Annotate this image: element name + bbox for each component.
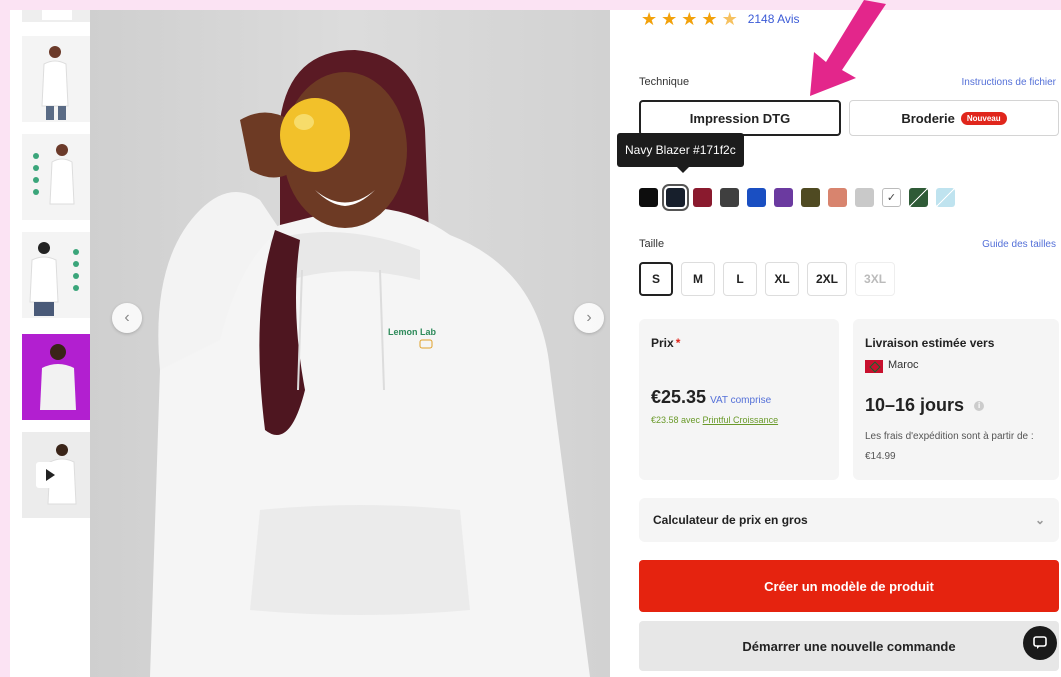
- shipping-country[interactable]: Maroc: [888, 359, 919, 371]
- size-guide-link[interactable]: Guide des tailles: [982, 239, 1056, 250]
- swatch-purple[interactable]: [774, 188, 793, 207]
- swatch-dark-heather[interactable]: [720, 188, 739, 207]
- shipping-card: Livraison estimée vers Maroc 10–16 jours…: [853, 319, 1059, 480]
- shipping-note: Les frais d'expédition sont à partir de …: [865, 431, 1034, 462]
- size-2xl-button[interactable]: 2XL: [807, 262, 848, 296]
- carousel-prev-button[interactable]: ‹: [112, 303, 142, 333]
- vat-note: VAT comprise: [710, 395, 772, 406]
- size-l-button[interactable]: L: [723, 262, 757, 296]
- size-options: S M L XL 2XL 3XL: [639, 262, 896, 296]
- product-hero-image: Lemon Lab ‹ ›: [90, 10, 610, 677]
- star-icon: ★: [641, 10, 658, 29]
- size-label: Taille: [639, 238, 665, 250]
- technique-embroidery-label: Broderie: [901, 110, 955, 126]
- size-xl-button[interactable]: XL: [765, 262, 799, 296]
- price-amount: €25.35 VAT comprise: [651, 387, 772, 407]
- bulk-price-calculator[interactable]: Calculateur de prix en gros ⌄: [639, 498, 1059, 542]
- create-product-template-button[interactable]: Créer un modèle de produit: [639, 560, 1059, 612]
- product-page: Lemon Lab ‹ › ★ ★ ★ ★ ★ 2148 Avis Techni…: [10, 10, 1061, 677]
- swatch-royal[interactable]: [747, 188, 766, 207]
- swatch-light-grey[interactable]: [855, 188, 874, 207]
- rating: ★ ★ ★ ★ ★ 2148 Avis: [641, 10, 800, 28]
- price-title: Prix *: [651, 336, 681, 350]
- shipping-title: Livraison estimée vers: [865, 336, 995, 350]
- size-m-button[interactable]: M: [681, 262, 715, 296]
- thumbnail-video[interactable]: [22, 432, 92, 518]
- price-card: Prix * €25.35 VAT comprise €23.58 avec Pri…: [639, 319, 839, 480]
- reviews-link[interactable]: 2148 Avis: [748, 12, 800, 26]
- swatch-salmon[interactable]: [828, 188, 847, 207]
- thumbnail-3[interactable]: [22, 134, 92, 220]
- carousel-next-button[interactable]: ›: [574, 303, 604, 333]
- thumbnail-4[interactable]: [22, 232, 92, 318]
- info-icon[interactable]: i: [974, 401, 985, 412]
- swatch-navy-blazer[interactable]: [662, 184, 689, 211]
- swatch-military-green[interactable]: [801, 188, 820, 207]
- star-icon: ★: [661, 10, 678, 29]
- check-icon: ✓: [886, 192, 897, 204]
- thumbnail-5[interactable]: [22, 334, 92, 420]
- swatch-maroon[interactable]: [693, 188, 712, 207]
- hoodie-logo: Lemon Lab: [388, 327, 437, 337]
- chevron-down-icon: ⌄: [1034, 513, 1045, 527]
- start-new-order-button[interactable]: Démarrer une nouvelle commande: [639, 621, 1059, 671]
- new-badge: Nouveau: [960, 111, 1007, 125]
- swatch-black[interactable]: [639, 188, 658, 207]
- delivery-days: 10–16 jours i: [865, 395, 985, 416]
- product-options-panel: ★ ★ ★ ★ ★ 2148 Avis Technique Instructio…: [617, 10, 1061, 677]
- size-3xl-button: 3XL: [855, 262, 896, 296]
- bulk-label: Calculateur de prix en gros: [653, 513, 808, 527]
- morocco-flag-icon: [865, 360, 883, 373]
- size-s-button[interactable]: S: [639, 262, 673, 296]
- printful-growth-link[interactable]: Printful Croissance: [703, 415, 779, 425]
- file-instructions-link[interactable]: Instructions de fichier: [962, 77, 1057, 88]
- swatch-light-blue-stripe[interactable]: [936, 188, 955, 207]
- annotation-arrow-icon: [810, 0, 886, 96]
- swatch-forest-stripe[interactable]: [909, 188, 928, 207]
- chat-icon[interactable]: [1023, 626, 1057, 660]
- swatch-white[interactable]: ✓: [882, 188, 901, 207]
- alt-price: €23.58 avec Printful Croissance: [651, 415, 779, 425]
- technique-label: Technique: [639, 76, 690, 88]
- star-icon: ★: [701, 10, 718, 29]
- color-swatches: ✓: [639, 184, 955, 211]
- color-tooltip: Navy Blazer #171f2c: [617, 133, 744, 173]
- star-icon: ★: [681, 10, 698, 29]
- thumbnail-2[interactable]: [22, 36, 92, 122]
- thumbnail-1[interactable]: [22, 10, 92, 22]
- half-star-icon: ★: [721, 10, 738, 29]
- technique-dtg-label: Impression DTG: [689, 110, 791, 126]
